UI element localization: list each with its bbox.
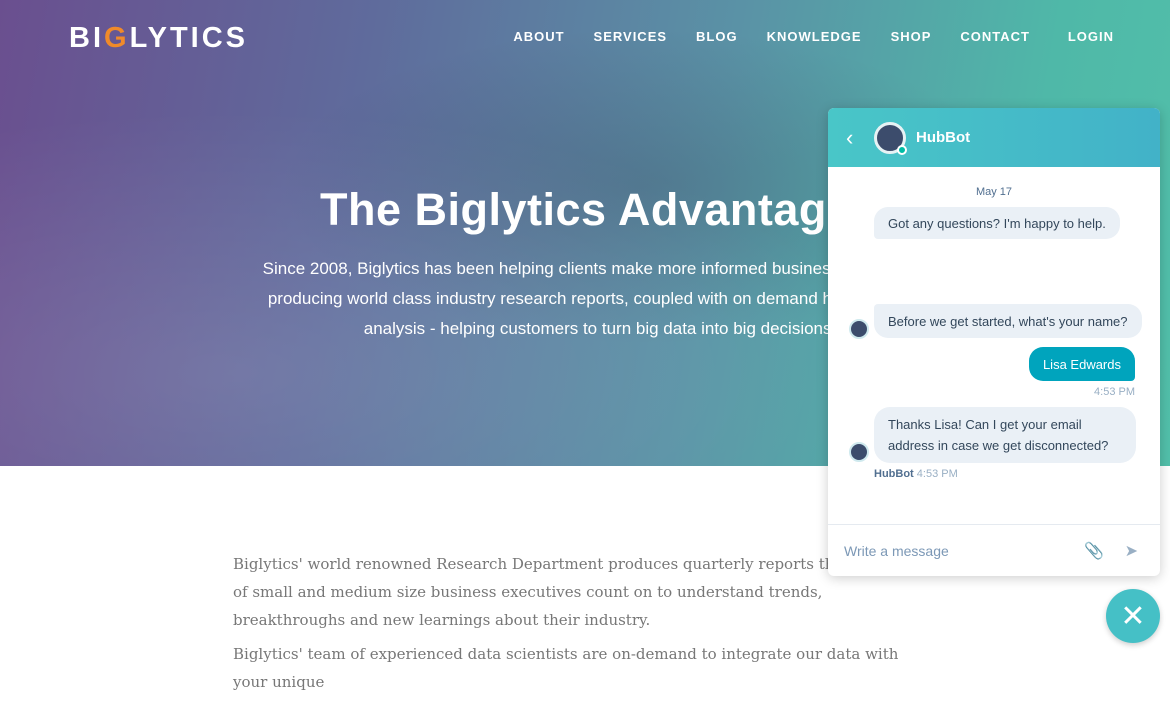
nav-services[interactable]: SERVICES [594,29,668,44]
paragraph: Biglytics' team of experienced data scie… [233,645,899,691]
user-message: Lisa Edwards [1028,347,1135,381]
chat-widget: ‹ HubBot May 17 Got any questions? I'm h… [828,108,1160,576]
bot-message: Thanks Lisa! Can I get your email addres… [874,407,1136,463]
bot-avatar [874,121,907,155]
chat-header: ‹ HubBot [828,108,1160,167]
nav-shop[interactable]: SHOP [891,29,932,44]
bot-avatar-small [849,319,869,339]
logo[interactable]: BIGLYTICS [69,22,248,55]
bot-message: Before we get started, what's your name? [874,304,1142,338]
sender-name: HubBot [874,468,914,480]
nav-blog[interactable]: BLOG [696,29,738,44]
paperclip-icon[interactable]: 📎 [1084,541,1104,561]
message-time: 4:53 PM [916,468,958,480]
message-time: 4:53 PM [1094,386,1135,398]
bot-name: HubBot [916,129,971,146]
nav-knowledge[interactable]: KNOWLEDGE [767,29,862,44]
date-divider: May 17 [975,186,1013,198]
message-meta: HubBot 4:53 PM [874,468,958,480]
message-input-placeholder: Write a message [844,542,949,559]
message-input[interactable]: Write a message 📎 ➤ [828,524,1160,576]
message-list: May 17 Got any questions? I'm happy to h… [828,167,1160,524]
close-icon: ✕ [1120,599,1146,633]
back-arrow-icon[interactable]: ‹ [846,125,874,151]
nav-login[interactable]: LOGIN [1068,29,1114,44]
main-nav: ABOUT SERVICES BLOG KNOWLEDGE SHOP CONTA… [513,29,1113,44]
bot-avatar-small [849,442,869,462]
hero-title: The Biglytics Advantage [320,184,853,235]
send-icon[interactable]: ➤ [1125,541,1138,561]
nav-contact[interactable]: CONTACT [960,29,1030,44]
nav-about[interactable]: ABOUT [513,29,564,44]
bot-message: Got any questions? I'm happy to help. [874,207,1120,239]
close-chat-button[interactable]: ✕ [1106,589,1160,643]
online-status-icon [897,144,907,155]
